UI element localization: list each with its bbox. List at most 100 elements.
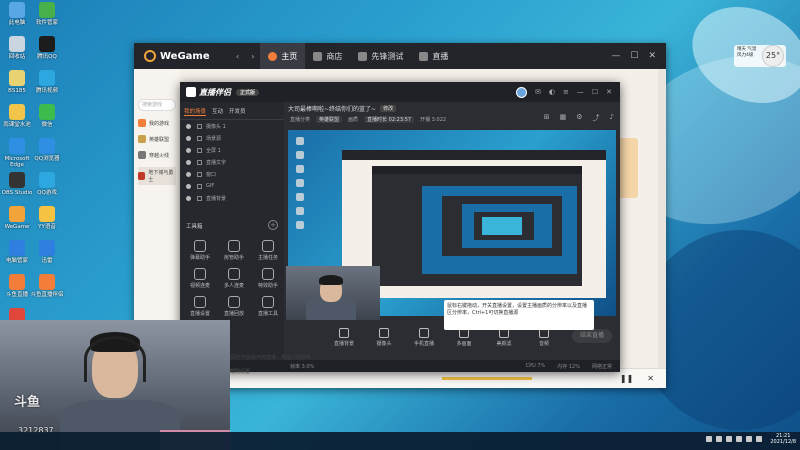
- control-button[interactable]: 音频: [530, 327, 558, 347]
- menu-icon[interactable]: ≡: [563, 88, 569, 96]
- lock-icon[interactable]: [197, 183, 202, 189]
- tool-item[interactable]: 多人连麦: [218, 268, 250, 289]
- desktop-icon[interactable]: 微信: [30, 104, 64, 128]
- game-item[interactable]: 英雄联盟: [138, 135, 176, 143]
- tray-app-icon[interactable]: [706, 436, 713, 442]
- desktop-icon[interactable]: 软件管家: [30, 2, 64, 26]
- game-item[interactable]: 穿越火线: [138, 151, 176, 159]
- tray-wifi-icon[interactable]: [746, 436, 753, 442]
- desktop-icon[interactable]: OBS Studio: [0, 172, 34, 196]
- app-icon: [39, 240, 55, 256]
- close-download-icon[interactable]: ✕: [647, 374, 654, 383]
- lock-icon[interactable]: ⊞: [544, 113, 550, 123]
- scene-item[interactable]: 摄像头 1: [180, 120, 284, 132]
- close-icon[interactable]: ✕: [648, 51, 656, 61]
- desktop-icon[interactable]: YY语音: [30, 206, 64, 230]
- scene-tab[interactable]: 互动: [212, 107, 223, 116]
- share-icon[interactable]: ⤴: [593, 113, 600, 123]
- minimize-icon[interactable]: —: [577, 88, 584, 96]
- avatar[interactable]: [515, 86, 527, 98]
- lock-icon[interactable]: [197, 135, 202, 141]
- edit-title-button[interactable]: 修改: [380, 105, 397, 112]
- desktop-icon[interactable]: 迅雷: [30, 240, 64, 264]
- control-button[interactable]: 美颜滤: [490, 327, 518, 347]
- control-button[interactable]: 多画面: [450, 327, 478, 347]
- douyu-streamer-window[interactable]: 直播伴侣 正式版 ✉ ◐ ≡ — ☐ ✕ 我的场景 互动 开发员 摄像头 1 场景源 全屏…: [180, 82, 620, 372]
- tool-item[interactable]: 直播回放: [218, 296, 250, 317]
- desktop-icon[interactable]: 腾讯视频: [30, 70, 64, 94]
- scene-tab[interactable]: 我的场景: [184, 107, 207, 116]
- game-item[interactable]: 地下城与勇士: [138, 167, 176, 185]
- tool-item[interactable]: 房管助手: [218, 240, 250, 261]
- lock-icon[interactable]: [197, 195, 202, 201]
- settings-icon[interactable]: ⚙: [576, 113, 582, 123]
- end-stream-button[interactable]: 结束直播: [572, 329, 612, 343]
- desktop-icon[interactable]: BS185: [0, 70, 34, 94]
- tool-item[interactable]: 直播设置: [184, 296, 216, 317]
- tool-item[interactable]: 特效助手: [252, 268, 284, 289]
- grid-icon[interactable]: ▦: [560, 113, 567, 123]
- desktop-icon[interactable]: 斗鱼直播: [0, 274, 34, 298]
- desktop-icon[interactable]: 回收站: [0, 36, 34, 60]
- notification-icon[interactable]: ♪: [610, 113, 614, 123]
- help-link[interactable]: 帮助设置: [230, 368, 250, 375]
- scene-tab[interactable]: 开发员: [229, 107, 246, 116]
- clock[interactable]: 21:21 2021/12/8: [770, 433, 796, 445]
- tray-mic-icon[interactable]: [726, 436, 733, 442]
- close-icon[interactable]: ✕: [606, 88, 612, 96]
- game-search-input[interactable]: 搜索游戏: [138, 99, 176, 111]
- game-item[interactable]: 我的游戏: [138, 119, 176, 127]
- scene-item[interactable]: 场景源: [180, 132, 284, 144]
- scene-item[interactable]: GIF: [180, 180, 284, 192]
- scene-item[interactable]: 直播背景: [180, 192, 284, 204]
- tab-1[interactable]: 商店: [305, 43, 350, 69]
- desktop-icon[interactable]: Microsoft Edge: [0, 138, 34, 168]
- wegame-scrollbar[interactable]: [658, 69, 666, 388]
- scene-item[interactable]: 窗口: [180, 168, 284, 180]
- pause-icon[interactable]: ❚❚: [620, 374, 633, 383]
- lock-icon[interactable]: [197, 159, 202, 165]
- visibility-icon[interactable]: [186, 147, 191, 153]
- forward-icon[interactable]: ›: [251, 52, 254, 61]
- visibility-icon[interactable]: [186, 159, 191, 165]
- tool-item[interactable]: 视频连麦: [184, 268, 216, 289]
- maximize-icon[interactable]: ☐: [592, 88, 598, 96]
- tab-3[interactable]: 直播: [411, 43, 456, 69]
- desktop-icon[interactable]: QQ游戏: [30, 172, 64, 196]
- message-icon[interactable]: ✉: [535, 88, 541, 96]
- control-button[interactable]: 摄像头: [370, 327, 398, 347]
- visibility-icon[interactable]: [186, 171, 191, 177]
- lock-icon[interactable]: [197, 171, 202, 177]
- desktop-icon[interactable]: 电脑管家: [0, 240, 34, 264]
- skin-icon[interactable]: ◐: [549, 88, 555, 96]
- tray-volume-icon[interactable]: [756, 436, 763, 442]
- desktop-icon[interactable]: 此电脑: [0, 2, 34, 26]
- tool-item[interactable]: 弹幕助手: [184, 240, 216, 261]
- visibility-icon[interactable]: [186, 183, 191, 189]
- desktop-icon[interactable]: 腾讯QQ: [30, 36, 64, 60]
- visibility-icon[interactable]: [186, 195, 191, 201]
- lock-icon[interactable]: [197, 147, 202, 153]
- desktop-icon[interactable]: QQ浏览器: [30, 138, 64, 162]
- tool-item[interactable]: 直播工具: [252, 296, 284, 317]
- back-icon[interactable]: ‹: [236, 52, 239, 61]
- visibility-icon[interactable]: [186, 135, 191, 141]
- add-tool-icon[interactable]: +: [268, 220, 278, 230]
- control-button[interactable]: 直播背景: [330, 327, 358, 347]
- lock-icon[interactable]: [197, 123, 202, 129]
- maximize-icon[interactable]: ☐: [630, 51, 638, 61]
- tab-2[interactable]: 先锋测试: [350, 43, 411, 69]
- scene-item[interactable]: 全屏 1: [180, 144, 284, 156]
- visibility-icon[interactable]: [186, 123, 191, 129]
- minimize-icon[interactable]: —: [611, 51, 620, 61]
- desktop-icon[interactable]: WeGame: [0, 206, 34, 230]
- tool-item[interactable]: 主播任务: [252, 240, 284, 261]
- tray-network-icon[interactable]: [716, 436, 723, 442]
- desktop-icon[interactable]: 雨课堂水池: [0, 104, 34, 128]
- scene-item[interactable]: 直播文字: [180, 156, 284, 168]
- game-label: 我的游戏: [149, 120, 170, 127]
- control-button[interactable]: 手机直播: [410, 327, 438, 347]
- tab-0[interactable]: 主页: [260, 43, 306, 69]
- tray-ime-icon[interactable]: [736, 436, 743, 442]
- desktop-icon[interactable]: 斗鱼直播伴侣: [30, 274, 64, 298]
